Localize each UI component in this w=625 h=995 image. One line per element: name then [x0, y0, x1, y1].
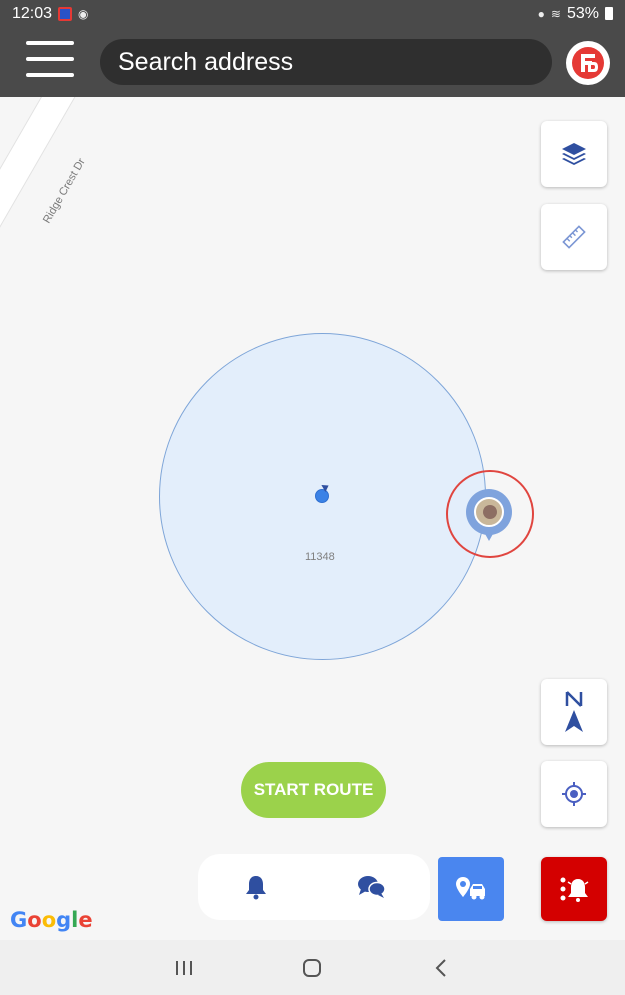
back-button[interactable] [421, 948, 461, 988]
status-left: 12:03 ◉ [12, 5, 89, 23]
route-vehicle-button[interactable] [438, 857, 504, 921]
messages-button[interactable] [342, 857, 402, 917]
bottom-action-bar [198, 854, 430, 920]
chat-icon [358, 876, 386, 898]
status-bar: 12:03 ◉ ● ≋ 53% [0, 0, 625, 27]
start-route-label: START ROUTE [253, 780, 374, 799]
alarm-bell-icon [560, 877, 589, 902]
notifications-button[interactable] [226, 857, 286, 917]
recents-icon [176, 960, 193, 975]
road-label: Ridge Crest Dr [40, 156, 88, 226]
home-icon [303, 958, 322, 977]
north-compass-icon [565, 691, 583, 732]
ruler-icon [562, 225, 586, 249]
wifi-icon: ≋ [550, 6, 561, 21]
search-input[interactable]: Search address [100, 39, 552, 85]
app-notification-icon [58, 6, 73, 21]
google-logo: Google [10, 908, 93, 932]
status-right: ● ≋ 53% [538, 5, 613, 23]
layers-button[interactable] [541, 121, 607, 187]
back-icon [435, 958, 446, 977]
layers-icon [562, 143, 586, 165]
bell-icon [246, 876, 266, 900]
map-view[interactable]: Ridge Crest Dr 11348 START ROUTE Google [0, 97, 625, 940]
home-button[interactable] [292, 948, 332, 988]
geofence-label: 11348 [305, 551, 335, 563]
compass-button[interactable] [541, 679, 607, 745]
signal-icon: ◉ [78, 6, 89, 21]
android-nav-bar [0, 940, 625, 995]
status-time: 12:03 [12, 4, 53, 22]
start-route-button[interactable]: START ROUTE [241, 762, 386, 818]
fleet-logo-icon[interactable] [566, 41, 610, 85]
pin-bubble [466, 489, 512, 535]
search-placeholder: Search address [118, 47, 294, 76]
route-car-icon [456, 877, 485, 900]
location-status-icon: ● [537, 6, 545, 21]
alarm-button[interactable] [541, 857, 607, 921]
driver-location-pin[interactable] [466, 489, 512, 545]
brand-logo-svg [572, 47, 604, 79]
battery-percent: 53% [566, 4, 599, 22]
ruler-button[interactable] [541, 204, 607, 270]
recent-apps-button[interactable] [164, 948, 204, 988]
top-bar: Search address [0, 27, 625, 97]
my-location-button[interactable] [541, 761, 607, 827]
driver-avatar [474, 497, 504, 527]
my-location-icon [562, 782, 586, 806]
hamburger-icon[interactable] [26, 41, 74, 77]
battery-icon [605, 7, 613, 20]
